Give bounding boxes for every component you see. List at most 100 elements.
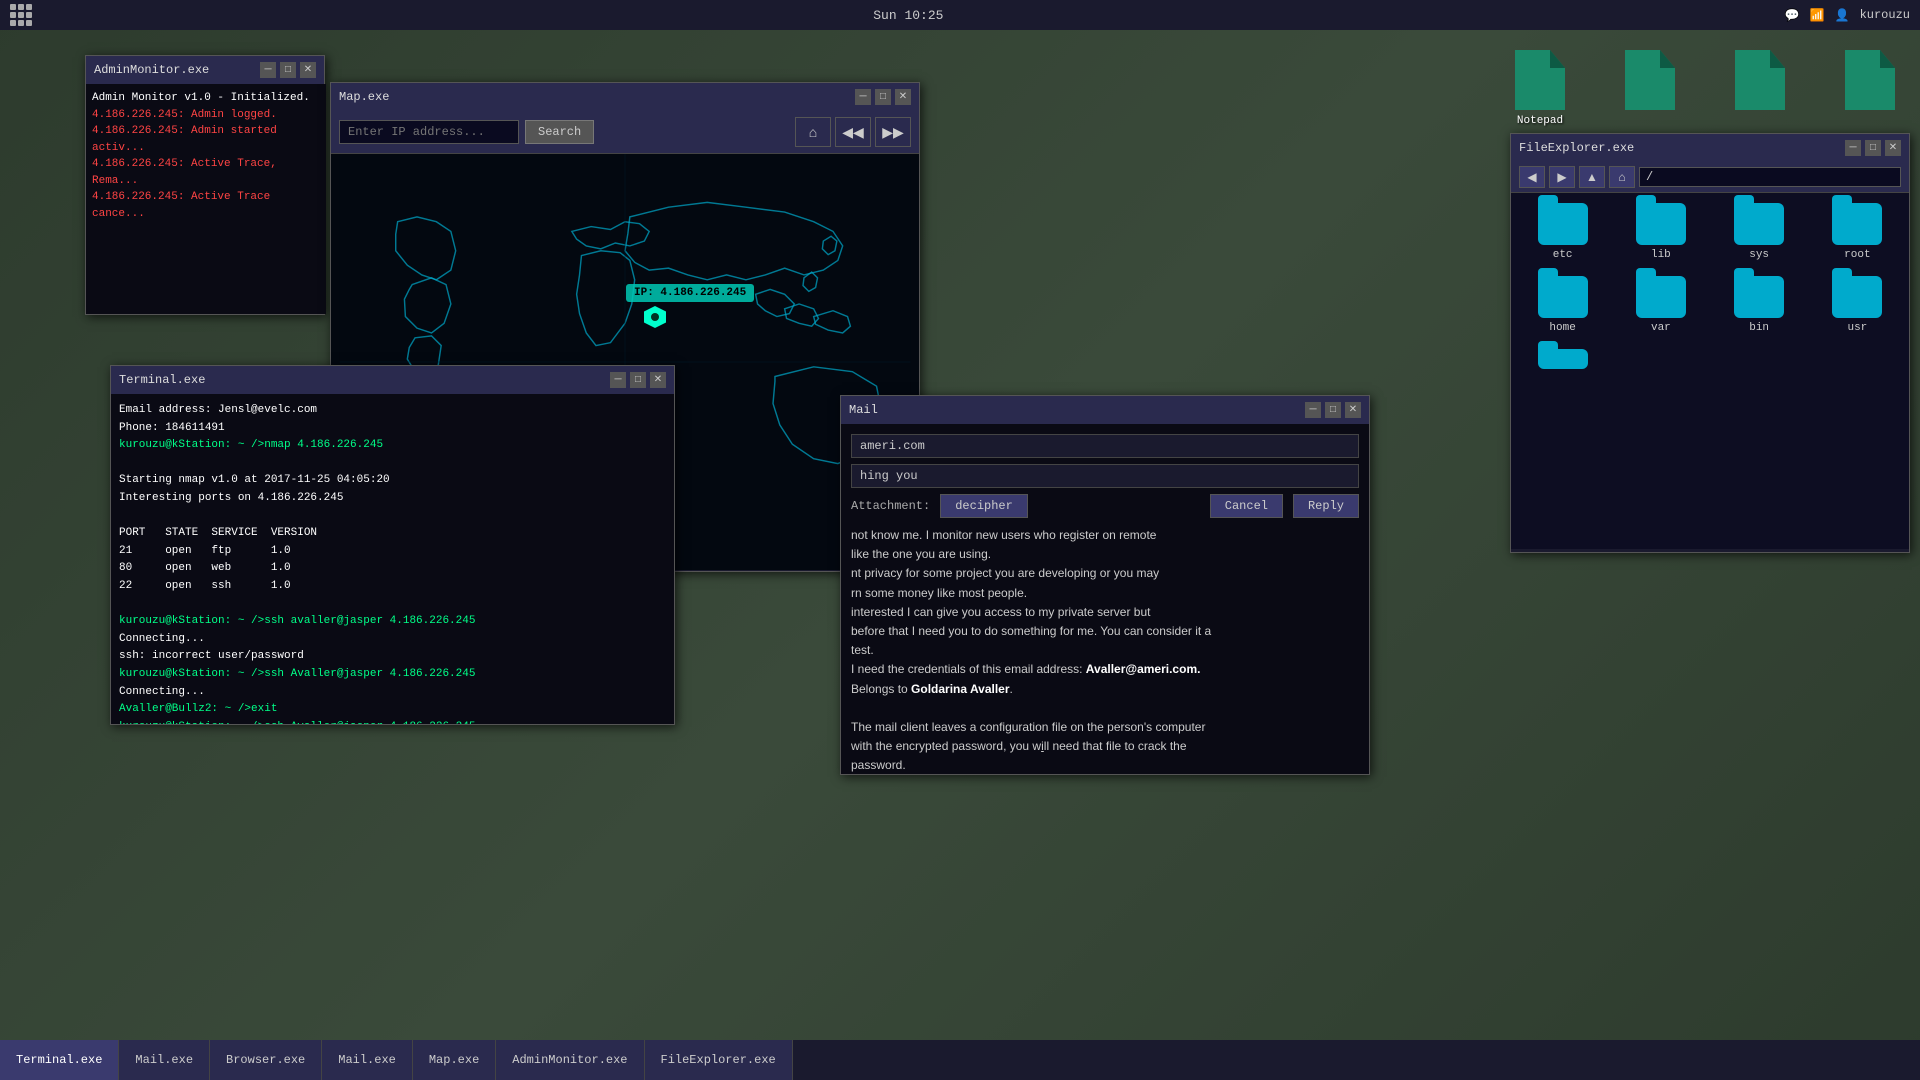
topbar-right: 💬 📶 👤 kurouzu (1785, 8, 1910, 23)
admin-monitor-close[interactable]: ✕ (300, 62, 316, 78)
chat-icon[interactable]: 💬 (1785, 8, 1800, 23)
fileexplorer-window: FileExplorer.exe ─ □ ✕ ◀ ▶ ▲ ⌂ etc lib (1510, 133, 1910, 553)
mail-attachment-button[interactable]: decipher (940, 494, 1028, 518)
fe-folder-partial[interactable] (1521, 349, 1604, 369)
topbar: Sun 10:25 💬 📶 👤 kurouzu (0, 0, 1920, 30)
topbar-left (10, 4, 32, 26)
term-line-15: kurouzu@kStation: ~ />ssh Avaller@jasper… (119, 666, 666, 684)
desktop-icon-4[interactable] (1830, 50, 1910, 127)
fe-folder-sys[interactable]: sys (1718, 203, 1801, 261)
mail-body-text-2: like the one you are using. (851, 547, 991, 561)
taskbar-item-fileexplorer[interactable]: FileExplorer.exe (645, 1040, 793, 1080)
term-line-17: Avaller@Bullz2: ~ />exit (119, 701, 666, 719)
admin-monitor-title: AdminMonitor.exe (94, 63, 209, 77)
mail-body-text-4: rn some money like most people. (851, 586, 1027, 600)
admin-monitor-minimize[interactable]: ─ (260, 62, 276, 78)
fe-up-btn[interactable]: ▲ (1579, 166, 1605, 188)
fe-folder-root[interactable]: root (1816, 203, 1899, 261)
fe-folder-icon-etc (1538, 203, 1588, 245)
fe-back-btn[interactable]: ◀ (1519, 166, 1545, 188)
admin-monitor-titlebar[interactable]: AdminMonitor.exe ─ □ ✕ (86, 56, 324, 84)
mail-maximize[interactable]: □ (1325, 402, 1341, 418)
fileexplorer-controls: ─ □ ✕ (1845, 140, 1901, 156)
mail-title: Mail (849, 403, 878, 417)
fe-folder-icon-lib (1636, 203, 1686, 245)
taskbar-item-mail1[interactable]: Mail.exe (119, 1040, 210, 1080)
map-search-button[interactable]: Search (525, 120, 594, 144)
fe-folder-usr[interactable]: usr (1816, 276, 1899, 334)
fe-folder-label-var: var (1651, 322, 1671, 334)
taskbar-item-mail2[interactable]: Mail.exe (322, 1040, 413, 1080)
term-line-11 (119, 596, 666, 614)
admin-monitor-maximize[interactable]: □ (280, 62, 296, 78)
taskbar-item-admin[interactable]: AdminMonitor.exe (496, 1040, 644, 1080)
terminal-content[interactable]: Email address: Jensl@evelc.com Phone: 18… (111, 394, 674, 724)
map-forward-button[interactable]: ▶▶ (875, 117, 911, 147)
fe-folder-icon-sys (1734, 203, 1784, 245)
desktop-icon-2[interactable] (1610, 50, 1690, 127)
term-line-7: PORT STATE SERVICE VERSION (119, 525, 666, 543)
fe-forward-btn[interactable]: ▶ (1549, 166, 1575, 188)
app-grid-icon[interactable] (10, 4, 32, 26)
fe-folder-label-root: root (1844, 249, 1870, 261)
mail-body-text-11: with the encrypted password, you will ne… (851, 739, 1187, 753)
mail-name-bold: Goldarina Avaller (911, 682, 1009, 696)
taskbar: Terminal.exe Mail.exe Browser.exe Mail.e… (0, 1040, 1920, 1080)
fe-folder-home[interactable]: home (1521, 276, 1604, 334)
fe-folder-bin[interactable]: bin (1718, 276, 1801, 334)
admin-log-0: Admin Monitor v1.0 - Initialized. (92, 90, 320, 107)
mail-close[interactable]: ✕ (1345, 402, 1361, 418)
mail-titlebar[interactable]: Mail ─ □ ✕ (841, 396, 1369, 424)
fe-folder-label-bin: bin (1749, 322, 1769, 334)
mail-reply-button[interactable]: Reply (1293, 494, 1359, 518)
map-maximize[interactable]: □ (875, 89, 891, 105)
fe-path-input[interactable] (1639, 167, 1901, 187)
fe-folder-icon-partial (1538, 349, 1588, 369)
notepad-icon-label: Notepad (1517, 115, 1563, 127)
map-ip-input[interactable] (339, 120, 519, 144)
taskbar-label-mail2: Mail.exe (338, 1053, 396, 1067)
fe-folder-var[interactable]: var (1619, 276, 1702, 334)
terminal-close[interactable]: ✕ (650, 372, 666, 388)
map-close[interactable]: ✕ (895, 89, 911, 105)
fe-folder-etc[interactable]: etc (1521, 203, 1604, 261)
mail-minimize[interactable]: ─ (1305, 402, 1321, 418)
terminal-titlebar[interactable]: Terminal.exe ─ □ ✕ (111, 366, 674, 394)
notepad-icon-img (1515, 50, 1565, 110)
map-nav: ⌂ ◀◀ ▶▶ (795, 117, 911, 147)
term-line-14: ssh: incorrect user/password (119, 648, 666, 666)
desktop-icon-3[interactable] (1720, 50, 1800, 127)
mail-to-input[interactable] (851, 434, 1359, 458)
mail-body-text-5: interested I can give you access to my p… (851, 605, 1150, 619)
mail-actions: Attachment: decipher Cancel Reply (851, 494, 1359, 518)
fileexplorer-close[interactable]: ✕ (1885, 140, 1901, 156)
ip-marker-dot (651, 313, 659, 321)
mail-body-preview-input[interactable] (851, 464, 1359, 488)
fileexplorer-toolbar: ◀ ▶ ▲ ⌂ (1511, 162, 1909, 193)
fe-folder-lib[interactable]: lib (1619, 203, 1702, 261)
clock: Sun 10:25 (873, 8, 943, 23)
taskbar-item-browser[interactable]: Browser.exe (210, 1040, 322, 1080)
mail-body-text-8: I need the credentials of this email add… (851, 662, 1200, 676)
map-back-button[interactable]: ◀◀ (835, 117, 871, 147)
desktop-icon-notepad[interactable]: Notepad (1500, 50, 1580, 127)
fe-folder-icon-usr (1832, 276, 1882, 318)
fileexplorer-minimize[interactable]: ─ (1845, 140, 1861, 156)
fileexplorer-maximize[interactable]: □ (1865, 140, 1881, 156)
taskbar-item-terminal[interactable]: Terminal.exe (0, 1040, 119, 1080)
mail-attachment-label: Attachment: (851, 499, 930, 513)
user-icon: 👤 (1835, 8, 1850, 23)
fe-home-btn[interactable]: ⌂ (1609, 166, 1635, 188)
taskbar-item-map[interactable]: Map.exe (413, 1040, 496, 1080)
taskbar-label-browser: Browser.exe (226, 1053, 305, 1067)
ip-marker-hexagon (644, 306, 666, 328)
map-home-button[interactable]: ⌂ (795, 117, 831, 147)
mail-cancel-button[interactable]: Cancel (1210, 494, 1283, 518)
fileexplorer-titlebar[interactable]: FileExplorer.exe ─ □ ✕ (1511, 134, 1909, 162)
terminal-maximize[interactable]: □ (630, 372, 646, 388)
map-minimize[interactable]: ─ (855, 89, 871, 105)
taskbar-label-mail1: Mail.exe (135, 1053, 193, 1067)
mail-body-field (851, 464, 1359, 488)
terminal-minimize[interactable]: ─ (610, 372, 626, 388)
map-titlebar[interactable]: Map.exe ─ □ ✕ (331, 83, 919, 111)
